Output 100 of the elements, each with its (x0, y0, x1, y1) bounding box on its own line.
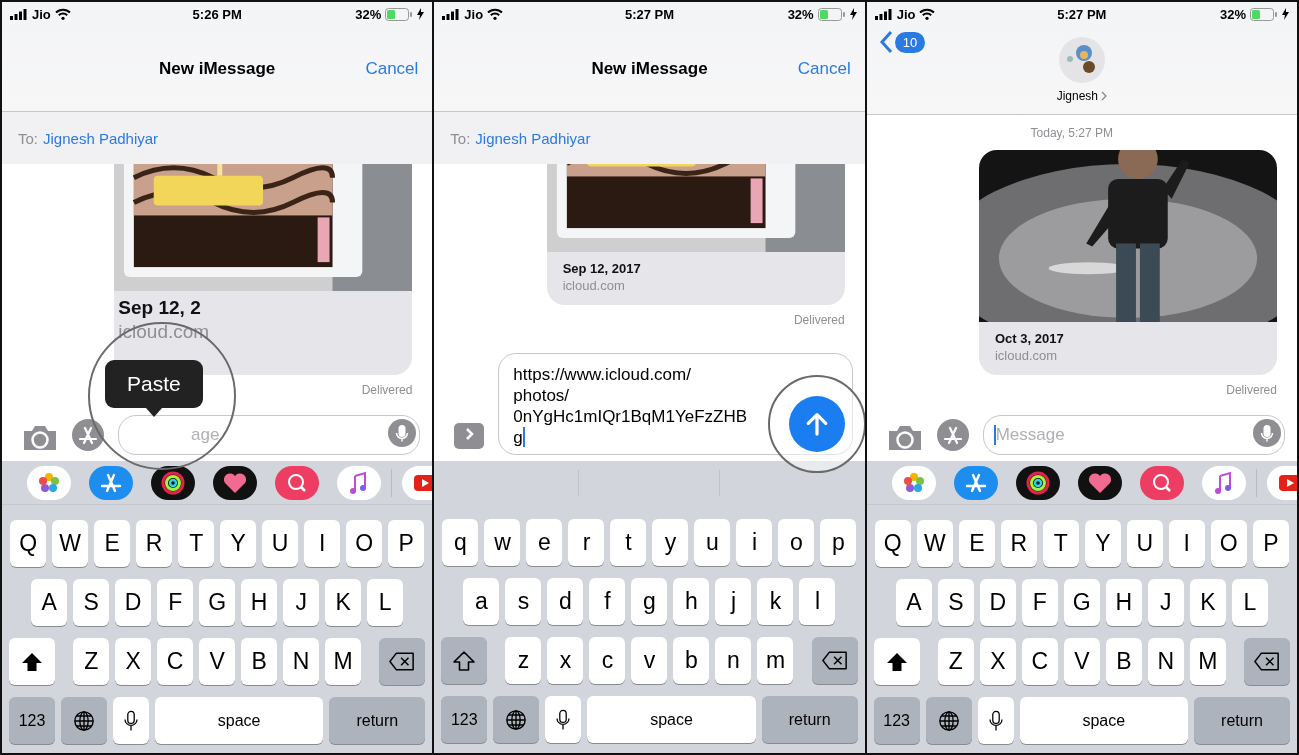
numbers-key[interactable]: 123 (9, 697, 55, 744)
keyboard-key[interactable]: H (241, 579, 278, 626)
keyboard-key[interactable]: J (1147, 579, 1184, 626)
keyboard-key[interactable]: M (1189, 638, 1226, 685)
keyboard-key[interactable]: Y (1084, 520, 1121, 567)
keyboard-key[interactable]: x (547, 637, 584, 684)
keyboard-key[interactable]: h (673, 578, 710, 625)
keyboard-key[interactable]: W (52, 520, 89, 567)
keyboard-key[interactable]: X (115, 638, 152, 685)
delete-key[interactable] (1243, 638, 1290, 685)
numbers-key[interactable]: 123 (441, 696, 488, 743)
keyboard-key[interactable]: o (778, 519, 815, 566)
keyboard-key[interactable]: U (262, 520, 299, 567)
camera-icon[interactable] (886, 425, 923, 451)
keyboard-key[interactable]: E (94, 520, 131, 567)
globe-key[interactable] (493, 696, 540, 743)
keyboard-key[interactable]: r (568, 519, 605, 566)
music-note-icon[interactable] (337, 465, 381, 500)
keyboard-key[interactable]: M (325, 638, 362, 685)
space-key[interactable]: space (155, 697, 324, 744)
unread-count-badge[interactable]: 10 (894, 31, 926, 53)
numbers-key[interactable]: 123 (873, 697, 920, 744)
keyboard-key[interactable]: q (442, 519, 479, 566)
shift-key[interactable] (441, 637, 488, 684)
keyboard-key[interactable]: c (589, 637, 626, 684)
app-store-icon[interactable] (953, 465, 998, 500)
rings-icon[interactable] (151, 465, 195, 500)
globe-search-icon[interactable] (1139, 465, 1184, 500)
recipient-name[interactable]: Jignesh Padhiyar (43, 129, 159, 147)
app-store-icon[interactable] (936, 419, 969, 451)
rings-icon[interactable] (1015, 465, 1060, 500)
keyboard-key[interactable]: A (31, 579, 68, 626)
play-icon[interactable] (402, 465, 433, 500)
keyboard-key[interactable]: G (199, 579, 236, 626)
keyboard-key[interactable]: K (1189, 579, 1226, 626)
chevron-icon[interactable] (1101, 91, 1107, 101)
keyboard-key[interactable]: t (610, 519, 647, 566)
keyboard-key[interactable]: s (505, 578, 542, 625)
keyboard-key[interactable]: T (178, 520, 215, 567)
keyboard-key[interactable]: g (631, 578, 668, 625)
keyboard-key[interactable]: w (484, 519, 521, 566)
keyboard-key[interactable]: B (1105, 638, 1142, 685)
keyboard-key[interactable]: j (715, 578, 752, 625)
space-key[interactable]: space (1019, 697, 1188, 744)
keyboard-key[interactable]: O (346, 520, 383, 567)
keyboard-key[interactable]: G (1063, 579, 1100, 626)
keyboard-key[interactable]: m (757, 637, 794, 684)
music-note-icon[interactable] (1201, 465, 1246, 500)
keyboard-key[interactable]: f (589, 578, 626, 625)
shift-key[interactable] (9, 638, 55, 685)
keyboard-key[interactable]: C (1021, 638, 1058, 685)
keyboard-key[interactable]: D (115, 579, 152, 626)
contact-name[interactable]: Jignesh (1056, 89, 1098, 103)
return-key[interactable]: return (329, 697, 426, 744)
keyboard-key[interactable]: Z (937, 638, 974, 685)
keyboard-key[interactable]: I (304, 520, 341, 567)
globe-key[interactable] (61, 697, 107, 744)
keyboard-key[interactable]: R (136, 520, 173, 567)
keyboard-key[interactable]: Q (10, 520, 47, 567)
keyboard-key[interactable]: R (1000, 520, 1037, 567)
keyboard-key[interactable]: Q (874, 520, 911, 567)
keyboard-key[interactable]: N (283, 638, 320, 685)
link-preview-bubble[interactable]: Oct 3, 2017 icloud.com (979, 150, 1277, 375)
keyboard-key[interactable]: U (1126, 520, 1163, 567)
dictation-key[interactable] (113, 697, 149, 744)
keyboard-key[interactable]: W (916, 520, 953, 567)
keyboard-key[interactable]: S (73, 579, 110, 626)
keyboard-key[interactable]: p (820, 519, 857, 566)
keyboard-key[interactable]: e (526, 519, 563, 566)
keyboard-key[interactable]: A (895, 579, 932, 626)
shift-key[interactable] (873, 638, 920, 685)
keyboard-key[interactable]: n (715, 637, 752, 684)
keyboard-key[interactable]: v (631, 637, 668, 684)
keyboard-key[interactable]: S (937, 579, 974, 626)
keyboard-key[interactable]: C (157, 638, 194, 685)
flower-icon[interactable] (891, 465, 936, 500)
dictation-key[interactable] (545, 696, 582, 743)
keyboard-key[interactable]: F (1021, 579, 1058, 626)
return-key[interactable]: return (761, 696, 858, 743)
keyboard-key[interactable]: K (325, 579, 362, 626)
keyboard-key[interactable]: d (547, 578, 584, 625)
keyboard-key[interactable]: u (694, 519, 731, 566)
space-key[interactable]: space (587, 696, 756, 743)
keyboard-key[interactable]: V (1063, 638, 1100, 685)
keyboard-key[interactable]: F (157, 579, 194, 626)
keyboard-key[interactable]: l (799, 578, 836, 625)
keyboard-key[interactable]: Y (220, 520, 257, 567)
keyboard-key[interactable]: E (958, 520, 995, 567)
keyboard-key[interactable]: J (283, 579, 320, 626)
app-store-icon[interactable] (89, 465, 133, 500)
send-button[interactable] (789, 396, 846, 452)
keyboard-key[interactable]: k (757, 578, 794, 625)
avatar-icon[interactable] (1058, 37, 1105, 83)
dictation-key[interactable] (977, 697, 1014, 744)
flower-icon[interactable] (27, 465, 71, 500)
keyboard-key[interactable]: P (388, 520, 425, 567)
keyboard-key[interactable]: L (367, 579, 404, 626)
microphone-icon[interactable] (388, 419, 417, 447)
keyboard-key[interactable]: B (241, 638, 278, 685)
keyboard-key[interactable]: T (1042, 520, 1079, 567)
